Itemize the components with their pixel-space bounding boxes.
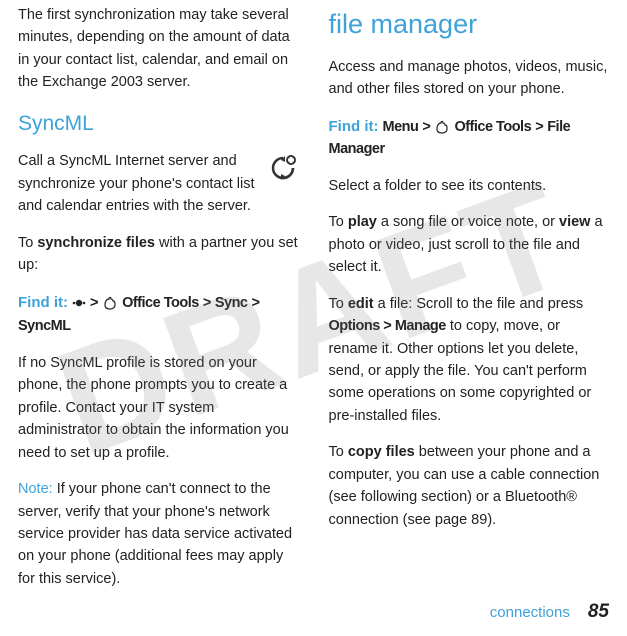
select-folder-paragraph: Select a folder to see its contents. [329,175,610,197]
note-text: If your phone can't connect to the serve… [18,481,292,587]
findit-line-left: Find it: > Office Tools > Sync > SyncML [18,291,299,338]
footer-page-number: 85 [588,597,609,626]
text: To [329,214,348,230]
gt: > [203,295,211,311]
findit-label: Find it: [329,118,379,135]
syncml-paragraph: Call a SyncML Internet server and synchr… [18,153,255,214]
gt: > [252,295,260,311]
sync-files-paragraph: To synchronize files with a partner you … [18,232,299,277]
intro-paragraph: The first synchronization may take sever… [18,4,299,94]
no-profile-paragraph: If no SyncML profile is stored on your p… [18,352,299,464]
play-view-paragraph: To play a song file or voice note, or vi… [329,211,610,278]
footer-section-label: connections [490,601,570,624]
page-footer: connections 85 [490,597,609,626]
gt: > [90,295,98,311]
nav-options: Options [329,318,380,334]
syncml-paragraph-wrap: Call a SyncML Internet server and synchr… [18,150,299,217]
findit-label: Find it: [18,294,68,311]
file-manager-heading: file manager [329,4,610,46]
gt: > [535,119,543,135]
play-bold: play [348,214,377,230]
nav-syncml: SyncML [18,318,71,334]
syncml-heading: SyncML [18,108,299,141]
gt: > [422,119,430,135]
text: To [329,296,348,312]
nav-officetools: Office Tools [454,119,531,135]
right-column: file manager Access and manage photos, v… [329,4,610,604]
view-bold: view [559,214,590,230]
gt: > [380,318,395,334]
nav-sync: Sync [215,295,248,311]
text: To [18,235,37,251]
findit-line-right: Find it: Menu > Office Tools > File Mana… [329,115,610,161]
copy-files-bold: copy files [348,444,415,460]
note-label: Note: [18,481,53,497]
center-key-icon [72,293,86,315]
fm-intro-paragraph: Access and manage photos, videos, music,… [329,56,610,101]
page-body: The first synchronization may take sever… [0,0,627,604]
synchronize-files-bold: synchronize files [37,235,155,251]
hand-icon [434,119,450,133]
hand-icon [102,295,118,309]
text: a song file or voice note, or [377,214,559,230]
edit-bold: edit [348,296,374,312]
text: To [329,444,348,460]
edit-paragraph: To edit a file: Scroll to the file and p… [329,293,610,428]
copy-files-paragraph: To copy files between your phone and a c… [329,441,610,531]
text: a file: Scroll to the file and press [374,296,584,312]
note-paragraph: Note: If your phone can't connect to the… [18,478,299,590]
nav-manage: Manage [395,318,446,334]
left-column: The first synchronization may take sever… [18,4,299,604]
nav-officetools: Office Tools [122,295,199,311]
sync-plus-icon [267,152,299,184]
nav-menu: Menu [383,119,419,135]
